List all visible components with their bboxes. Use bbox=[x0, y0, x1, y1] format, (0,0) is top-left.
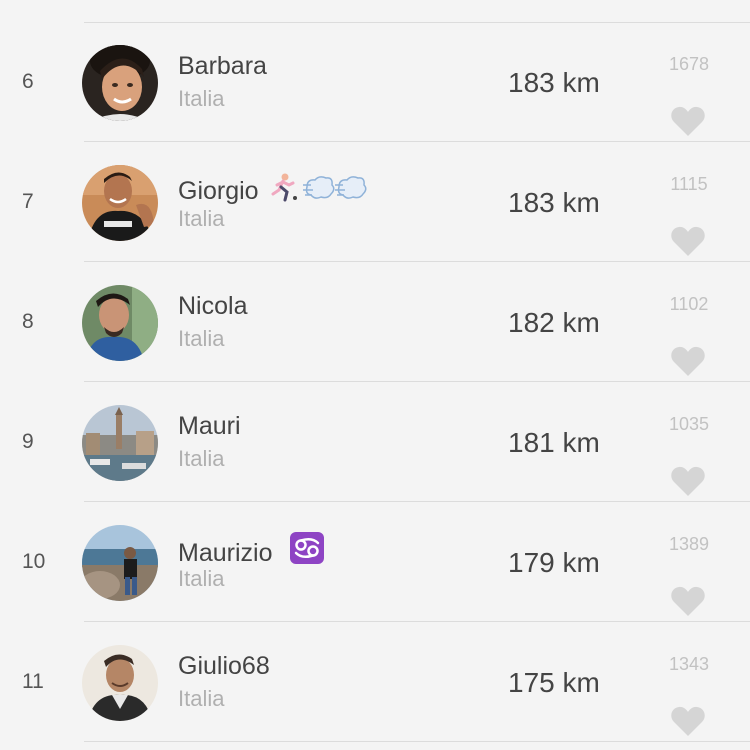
cancer-zodiac-emoji-icon bbox=[290, 532, 325, 564]
leaderboard-row[interactable]: 6 Barbara Italia 183 km 1678 bbox=[0, 22, 750, 142]
runner-dash-emoji bbox=[271, 173, 367, 202]
runner-emoji-icon bbox=[271, 173, 297, 202]
distance-value: 183 km bbox=[508, 187, 600, 218]
user-country: Italia bbox=[178, 686, 225, 711]
user-name[interactable]: Barbara bbox=[178, 52, 267, 81]
heart-icon[interactable] bbox=[670, 585, 706, 617]
like-count: 1343 bbox=[668, 654, 710, 674]
avatar-photo-man-sky bbox=[82, 645, 158, 721]
user-name-text: Nicola bbox=[178, 292, 248, 320]
avatar-photo-man bbox=[82, 285, 158, 361]
distance-value: 181 km bbox=[508, 427, 600, 458]
avatar-photo-city bbox=[82, 405, 158, 481]
rank-number: 6 bbox=[22, 70, 34, 93]
row-divider bbox=[84, 741, 750, 742]
heart-icon[interactable] bbox=[670, 345, 706, 377]
user-country: Italia bbox=[178, 86, 225, 111]
user-name[interactable]: Giulio68 bbox=[178, 652, 270, 681]
user-avatar[interactable] bbox=[82, 285, 158, 361]
status-emoji bbox=[269, 172, 371, 209]
rank-number: 11 bbox=[22, 670, 44, 693]
user-avatar[interactable] bbox=[82, 45, 158, 121]
avatar-photo-woman bbox=[82, 45, 158, 121]
dash-emoji-icon bbox=[334, 176, 367, 199]
heart-icon[interactable] bbox=[670, 705, 706, 737]
avatar-photo-runner bbox=[82, 165, 158, 241]
distance-value: 182 km bbox=[508, 307, 600, 338]
leaderboard-row[interactable]: 9 Mauri Italia 181 km 1035 bbox=[0, 382, 750, 502]
leaderboard-row[interactable]: 10 Maurizio Italia 179 km 1389 bbox=[0, 502, 750, 622]
rank-number: 9 bbox=[22, 430, 34, 453]
user-avatar[interactable] bbox=[82, 405, 158, 481]
user-avatar[interactable] bbox=[82, 525, 158, 601]
avatar-photo-seaside bbox=[82, 525, 158, 601]
rank-number: 10 bbox=[22, 550, 46, 573]
user-name-text: Maurizio bbox=[178, 539, 273, 567]
heart-icon[interactable] bbox=[670, 225, 706, 257]
dash-emoji-icon bbox=[302, 176, 335, 199]
leaderboard-row[interactable]: 7 Giorgio Italia 183 km 1115 bbox=[0, 142, 750, 262]
user-name-text: Mauri bbox=[178, 412, 241, 440]
rank-number: 7 bbox=[22, 190, 34, 213]
user-country: Italia bbox=[178, 446, 225, 471]
like-count: 1115 bbox=[670, 174, 708, 194]
heart-icon[interactable] bbox=[670, 105, 706, 137]
user-country: Italia bbox=[178, 566, 225, 591]
user-name[interactable]: Mauri bbox=[178, 412, 241, 441]
user-name-text: Giulio68 bbox=[178, 652, 270, 680]
leaderboard-list: 6 Barbara Italia 183 km 1678 7 Giorgio I… bbox=[0, 0, 750, 750]
distance-value: 175 km bbox=[508, 667, 600, 698]
like-count: 1389 bbox=[668, 534, 710, 554]
user-name[interactable]: Nicola bbox=[178, 292, 247, 321]
user-name-text: Barbara bbox=[178, 52, 267, 80]
heart-icon[interactable] bbox=[670, 465, 706, 497]
like-count: 1102 bbox=[669, 294, 709, 314]
distance-value: 179 km bbox=[508, 547, 600, 578]
distance-value: 183 km bbox=[508, 67, 600, 98]
user-name-text: Giorgio bbox=[178, 177, 259, 205]
user-country: Italia bbox=[178, 206, 225, 231]
user-name[interactable]: Giorgio bbox=[178, 172, 371, 209]
status-emoji bbox=[290, 532, 325, 571]
user-country: Italia bbox=[178, 326, 225, 351]
user-avatar[interactable] bbox=[82, 645, 158, 721]
user-avatar[interactable] bbox=[82, 165, 158, 241]
rank-number: 8 bbox=[22, 310, 34, 333]
like-count: 1678 bbox=[668, 54, 710, 74]
like-count: 1035 bbox=[668, 414, 710, 434]
leaderboard-row[interactable]: 11 Giulio68 Italia 175 km 1343 bbox=[0, 622, 750, 742]
leaderboard-row[interactable]: 8 Nicola Italia 182 km 1102 bbox=[0, 262, 750, 382]
